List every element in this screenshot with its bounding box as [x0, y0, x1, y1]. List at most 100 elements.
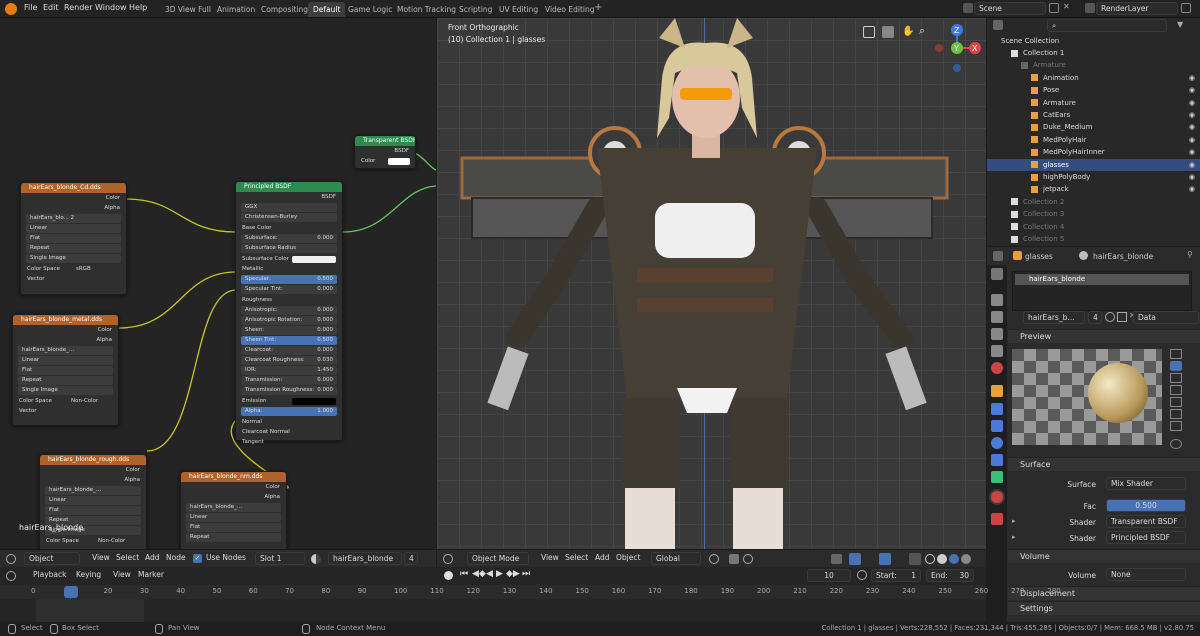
- close-scene-icon[interactable]: ✕: [1063, 2, 1070, 11]
- input-field[interactable]: Transmission Roughness: 0.000: [241, 386, 337, 395]
- outliner-search[interactable]: ⌕: [1047, 19, 1167, 32]
- image-datablock[interactable]: hairEars_blonde_...: [186, 503, 281, 512]
- object-type-dropdown[interactable]: Object: [24, 552, 80, 565]
- settings-panel-header[interactable]: Settings: [1008, 601, 1200, 615]
- renderlayer-icon[interactable]: [1085, 3, 1095, 13]
- input-field[interactable]: Transmission: 0.000: [241, 376, 337, 385]
- input-field[interactable]: Alpha: 1.000: [241, 407, 337, 416]
- tab-video-editing[interactable]: Video Editing: [540, 2, 600, 17]
- input-socket[interactable]: Roughness: [236, 295, 342, 305]
- outliner-row[interactable]: Collection 4: [987, 221, 1200, 233]
- editor-type-icon[interactable]: [6, 571, 16, 581]
- playhead[interactable]: [64, 586, 78, 598]
- camera-view-icon[interactable]: [882, 26, 894, 38]
- next-key-icon[interactable]: ◆▶: [506, 569, 520, 579]
- input-field[interactable]: Clearcoat: 0.000: [241, 346, 337, 355]
- expand-shader1-icon[interactable]: ▸: [1012, 517, 1016, 525]
- add-workspace-icon[interactable]: +: [594, 2, 602, 13]
- jump-end-icon[interactable]: ⏭: [522, 569, 530, 579]
- extension-dropdown[interactable]: Repeat: [26, 244, 121, 253]
- physics-tab-icon[interactable]: [991, 437, 1003, 449]
- tab-scripting[interactable]: Scripting: [454, 2, 497, 17]
- mode-dropdown[interactable]: Object Mode: [467, 552, 529, 565]
- preview-hair-icon[interactable]: [1170, 397, 1182, 407]
- texture-tab-icon[interactable]: [991, 513, 1003, 525]
- shading-solid-icon[interactable]: [937, 554, 947, 564]
- interpolation-dropdown[interactable]: Linear: [186, 513, 281, 522]
- interpolation-dropdown[interactable]: Linear: [45, 496, 141, 505]
- editor-type-icon[interactable]: [6, 554, 16, 564]
- menu-select[interactable]: Select: [116, 553, 139, 562]
- copy-scene-icon[interactable]: [1049, 3, 1059, 13]
- navigation-gizmo[interactable]: Z X Y: [933, 22, 985, 78]
- menu-add[interactable]: Add: [595, 553, 610, 562]
- color-space-row[interactable]: Color Space Non-Color: [40, 536, 146, 546]
- image-datablock[interactable]: hairEars_blo... 2: [26, 214, 121, 223]
- shading-rendered-icon[interactable]: [961, 554, 971, 564]
- menu-file[interactable]: File: [24, 3, 37, 12]
- menu-render[interactable]: Render: [64, 3, 92, 12]
- menu-node[interactable]: Node: [166, 553, 186, 562]
- input-field[interactable]: IOR: 1.450: [241, 366, 337, 375]
- visibility-eye-icon[interactable]: ◉: [1189, 159, 1195, 171]
- constraints-tab-icon[interactable]: [991, 454, 1003, 466]
- play-reverse-icon[interactable]: ◀: [486, 569, 493, 579]
- color-space-row[interactable]: Color Space Non-Color: [13, 396, 118, 406]
- extension-dropdown[interactable]: Repeat: [18, 376, 113, 385]
- outliner-row[interactable]: Armature ◉: [987, 97, 1200, 109]
- outliner-row[interactable]: Collection 3: [987, 208, 1200, 220]
- distribution-dropdown[interactable]: GGX: [241, 203, 337, 212]
- fake-user-icon[interactable]: [1105, 312, 1115, 322]
- projection-dropdown[interactable]: Flat: [18, 366, 113, 375]
- source-dropdown[interactable]: Single Image: [18, 386, 113, 395]
- tab-compositing[interactable]: Compositing: [256, 2, 313, 17]
- material-datablock-field[interactable]: hairEars_b...: [1023, 311, 1085, 324]
- tool-tab-icon[interactable]: [991, 268, 1003, 280]
- snap-icon[interactable]: [729, 554, 739, 564]
- menu-marker[interactable]: Marker: [138, 570, 164, 579]
- input-field[interactable]: Anisotropic Rotation: 0.000: [241, 316, 337, 325]
- input-field[interactable]: Specular Tint: 0.000: [241, 285, 337, 294]
- input-socket[interactable]: Normal: [236, 417, 342, 427]
- preview-monkey-icon[interactable]: [1170, 385, 1182, 395]
- play-icon[interactable]: ▶: [496, 569, 503, 579]
- visibility-eye-icon[interactable]: ◉: [1189, 72, 1195, 84]
- world-tab-icon[interactable]: [991, 362, 1003, 374]
- wireframe-toggle-icon[interactable]: [863, 26, 875, 38]
- outliner-type-icon[interactable]: [993, 20, 1003, 30]
- menu-select[interactable]: Select: [565, 553, 588, 562]
- jump-start-icon[interactable]: ⏮: [460, 569, 468, 579]
- menu-help[interactable]: Help: [129, 3, 147, 12]
- menu-view[interactable]: View: [541, 553, 559, 562]
- input-field[interactable]: Specular: 0.500: [241, 275, 337, 284]
- material-slot-item[interactable]: hairEars_blonde: [1015, 274, 1189, 285]
- menu-playback[interactable]: Playback: [33, 570, 66, 579]
- node-transparent-bsdf[interactable]: Transparent BSDF BSDF Color: [354, 135, 416, 169]
- subsurface-method-dropdown[interactable]: Christensen-Burley: [241, 213, 337, 222]
- input-field[interactable]: Clearcoat Roughness: 0.030: [241, 356, 337, 365]
- outliner-row[interactable]: glasses ◉: [987, 158, 1200, 171]
- input-field[interactable]: Sheen: 0.000: [241, 326, 337, 335]
- pivot-icon[interactable]: [709, 554, 719, 564]
- outliner-row[interactable]: Armature: [987, 59, 1200, 71]
- image-datablock[interactable]: hairEars_blonde_...: [45, 486, 141, 495]
- overlay-toggle-icon[interactable]: [879, 553, 891, 565]
- node-editor[interactable]: Transparent BSDF BSDF Color Principled B…: [0, 18, 436, 549]
- record-icon[interactable]: [444, 571, 453, 580]
- link-dropdown[interactable]: Data: [1133, 311, 1199, 324]
- orientation-dropdown[interactable]: Global: [651, 552, 701, 565]
- scene-collection-row[interactable]: Scene Collection: [987, 35, 1200, 47]
- visibility-eye-icon[interactable]: ◉: [1189, 109, 1195, 121]
- shading-material-icon[interactable]: [949, 554, 959, 564]
- surface-shader-dropdown[interactable]: Mix Shader: [1106, 477, 1186, 490]
- outliner-row[interactable]: Collection 5: [987, 233, 1200, 245]
- extension-dropdown[interactable]: Repeat: [186, 533, 281, 542]
- outliner-row[interactable]: Collection 2: [987, 196, 1200, 208]
- image-datablock[interactable]: hairEars_blonde_...: [18, 346, 113, 355]
- zoom-icon[interactable]: ⌕: [919, 24, 925, 38]
- material-icon[interactable]: [311, 554, 321, 564]
- material-tab-icon[interactable]: [991, 491, 1003, 503]
- pin-icon[interactable]: ⚲: [1187, 250, 1193, 259]
- timeline[interactable]: Playback Keying View Marker ⏮ ◀◆ ◀ ▶ ◆▶ …: [0, 567, 1061, 622]
- menu-window[interactable]: Window: [95, 3, 127, 12]
